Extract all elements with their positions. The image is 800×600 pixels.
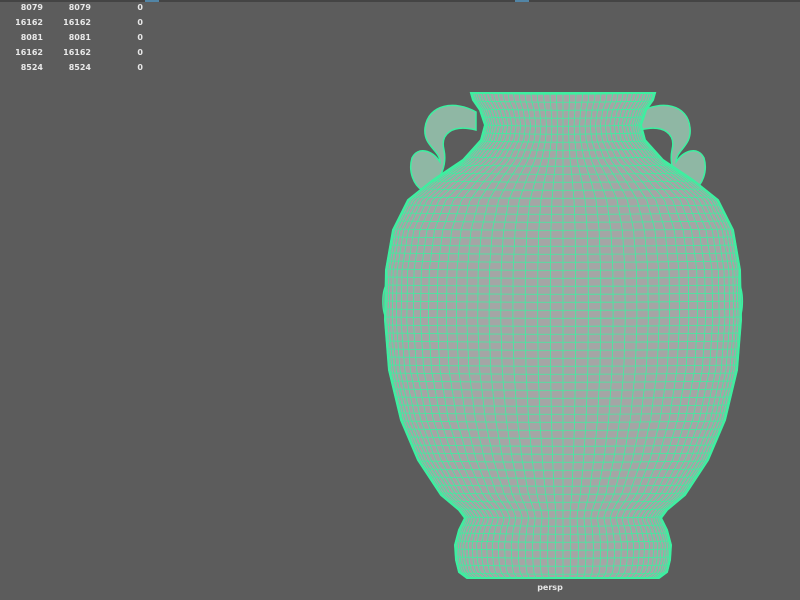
3d-viewport[interactable]: 8079 8079 0 16162 16162 0 8081 8081 0 16… — [0, 0, 800, 600]
camera-name-label: persp — [537, 583, 563, 592]
vase-model[interactable] — [0, 0, 800, 600]
